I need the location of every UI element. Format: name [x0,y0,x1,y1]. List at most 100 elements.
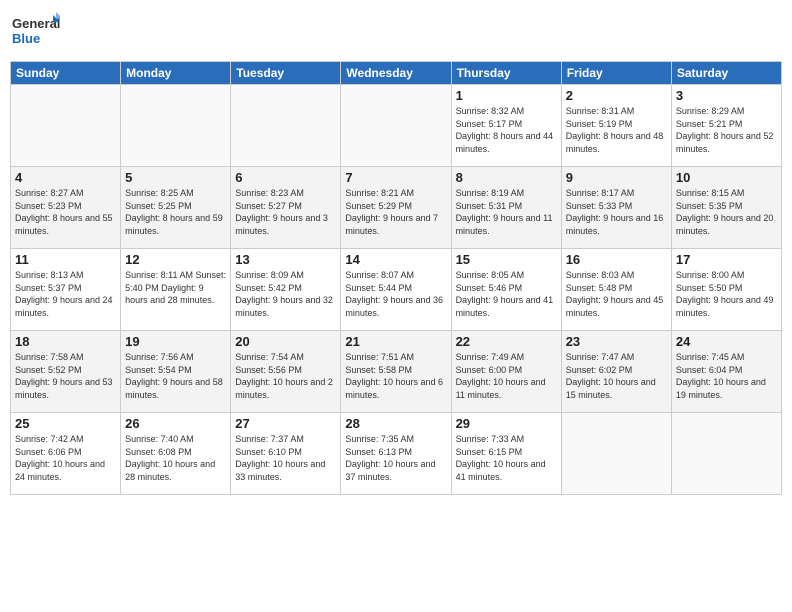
day-number: 18 [15,334,116,349]
day-info: Sunrise: 8:09 AM Sunset: 5:42 PM Dayligh… [235,269,336,319]
calendar-cell: 22Sunrise: 7:49 AM Sunset: 6:00 PM Dayli… [451,331,561,413]
day-number: 12 [125,252,226,267]
day-info: Sunrise: 8:27 AM Sunset: 5:23 PM Dayligh… [15,187,116,237]
day-number: 26 [125,416,226,431]
col-header-saturday: Saturday [671,62,781,85]
calendar-cell: 7 Sunrise: 8:21 AM Sunset: 5:29 PM Daylig… [341,167,451,249]
calendar-cell: 3 Sunrise: 8:29 AM Sunset: 5:21 PM Daylig… [671,85,781,167]
day-info: Sunrise: 7:56 AM Sunset: 5:54 PM Dayligh… [125,351,226,401]
day-number: 3 [676,88,777,103]
day-info: Sunrise: 7:49 AM Sunset: 6:00 PM Dayligh… [456,351,557,401]
day-info: Sunrise: 7:47 AM Sunset: 6:02 PM Dayligh… [566,351,667,401]
calendar-cell [231,85,341,167]
calendar-cell: 13 Sunrise: 8:09 AM Sunset: 5:42 PM Dayli… [231,249,341,331]
calendar-cell: 29Sunrise: 7:33 AM Sunset: 6:15 PM Dayli… [451,413,561,495]
day-info: Sunrise: 8:15 AM Sunset: 5:35 PM Dayligh… [676,187,777,237]
day-info: Sunrise: 8:32 AM Sunset: 5:17 PM Dayligh… [456,105,557,155]
day-number: 27 [235,416,336,431]
col-header-monday: Monday [121,62,231,85]
day-number: 15 [456,252,557,267]
day-info: Sunrise: 7:54 AM Sunset: 5:56 PM Dayligh… [235,351,336,401]
svg-text:Blue: Blue [12,31,40,46]
day-number: 21 [345,334,446,349]
day-number: 6 [235,170,336,185]
day-info: Sunrise: 7:35 AM Sunset: 6:13 PM Dayligh… [345,433,446,483]
day-number: 16 [566,252,667,267]
calendar-cell: 17 Sunrise: 8:00 AM Sunset: 5:50 PM Dayli… [671,249,781,331]
day-number: 9 [566,170,667,185]
svg-text:General: General [12,16,60,31]
day-number: 24 [676,334,777,349]
calendar-week-1: 1 Sunrise: 8:32 AM Sunset: 5:17 PM Daylig… [11,85,782,167]
day-number: 13 [235,252,336,267]
day-number: 14 [345,252,446,267]
calendar-cell: 9 Sunrise: 8:17 AM Sunset: 5:33 PM Daylig… [561,167,671,249]
calendar-cell: 18 Sunrise: 7:58 AM Sunset: 5:52 PM Dayli… [11,331,121,413]
calendar-week-2: 4 Sunrise: 8:27 AM Sunset: 5:23 PM Daylig… [11,167,782,249]
calendar-cell: 24 Sunrise: 7:45 AM Sunset: 6:04 PM Dayli… [671,331,781,413]
header: General Blue [10,10,782,55]
day-number: 4 [15,170,116,185]
col-header-tuesday: Tuesday [231,62,341,85]
day-info: Sunrise: 8:07 AM Sunset: 5:44 PM Dayligh… [345,269,446,319]
calendar-cell: 10 Sunrise: 8:15 AM Sunset: 5:35 PM Dayli… [671,167,781,249]
calendar-cell: 14 Sunrise: 8:07 AM Sunset: 5:44 PM Dayli… [341,249,451,331]
day-info: Sunrise: 8:31 AM Sunset: 5:19 PM Dayligh… [566,105,667,155]
day-info: Sunrise: 8:19 AM Sunset: 5:31 PM Dayligh… [456,187,557,237]
col-header-wednesday: Wednesday [341,62,451,85]
day-info: Sunrise: 8:29 AM Sunset: 5:21 PM Dayligh… [676,105,777,155]
calendar-cell: 8Sunrise: 8:19 AM Sunset: 5:31 PM Daylig… [451,167,561,249]
day-number: 7 [345,170,446,185]
calendar-cell: 2 Sunrise: 8:31 AM Sunset: 5:19 PM Daylig… [561,85,671,167]
day-info: Sunrise: 8:21 AM Sunset: 5:29 PM Dayligh… [345,187,446,237]
calendar-cell: 4 Sunrise: 8:27 AM Sunset: 5:23 PM Daylig… [11,167,121,249]
day-info: Sunrise: 7:37 AM Sunset: 6:10 PM Dayligh… [235,433,336,483]
calendar-cell: 26 Sunrise: 7:40 AM Sunset: 6:08 PM Dayli… [121,413,231,495]
day-info: Sunrise: 7:45 AM Sunset: 6:04 PM Dayligh… [676,351,777,401]
day-number: 28 [345,416,446,431]
day-info: Sunrise: 7:40 AM Sunset: 6:08 PM Dayligh… [125,433,226,483]
day-number: 25 [15,416,116,431]
calendar-cell: 5 Sunrise: 8:25 AM Sunset: 5:25 PM Daylig… [121,167,231,249]
day-number: 1 [456,88,557,103]
calendar-cell: 25 Sunrise: 7:42 AM Sunset: 6:06 PM Dayli… [11,413,121,495]
logo: General Blue [10,10,60,55]
day-info: Sunrise: 8:03 AM Sunset: 5:48 PM Dayligh… [566,269,667,319]
calendar-cell [561,413,671,495]
calendar-cell: 16 Sunrise: 8:03 AM Sunset: 5:48 PM Dayli… [561,249,671,331]
calendar-week-4: 18 Sunrise: 7:58 AM Sunset: 5:52 PM Dayli… [11,331,782,413]
calendar-cell: 28 Sunrise: 7:35 AM Sunset: 6:13 PM Dayli… [341,413,451,495]
col-header-sunday: Sunday [11,62,121,85]
day-info: Sunrise: 8:11 AM Sunset: 5:40 PM Dayligh… [125,269,226,307]
logo-svg: General Blue [10,10,60,55]
day-number: 23 [566,334,667,349]
day-number: 2 [566,88,667,103]
col-header-thursday: Thursday [451,62,561,85]
day-number: 17 [676,252,777,267]
calendar-cell [341,85,451,167]
day-info: Sunrise: 8:00 AM Sunset: 5:50 PM Dayligh… [676,269,777,319]
calendar-cell: 6Sunrise: 8:23 AM Sunset: 5:27 PM Daylig… [231,167,341,249]
calendar-cell: 19 Sunrise: 7:56 AM Sunset: 5:54 PM Dayli… [121,331,231,413]
calendar-cell [121,85,231,167]
day-number: 19 [125,334,226,349]
calendar-cell: 11 Sunrise: 8:13 AM Sunset: 5:37 PM Dayli… [11,249,121,331]
day-info: Sunrise: 7:58 AM Sunset: 5:52 PM Dayligh… [15,351,116,401]
day-info: Sunrise: 8:17 AM Sunset: 5:33 PM Dayligh… [566,187,667,237]
col-header-friday: Friday [561,62,671,85]
day-info: Sunrise: 7:42 AM Sunset: 6:06 PM Dayligh… [15,433,116,483]
day-info: Sunrise: 8:13 AM Sunset: 5:37 PM Dayligh… [15,269,116,319]
calendar-cell: 1 Sunrise: 8:32 AM Sunset: 5:17 PM Daylig… [451,85,561,167]
calendar-cell: 20Sunrise: 7:54 AM Sunset: 5:56 PM Dayli… [231,331,341,413]
day-number: 11 [15,252,116,267]
calendar-cell [11,85,121,167]
calendar-cell: 27 Sunrise: 7:37 AM Sunset: 6:10 PM Dayli… [231,413,341,495]
day-info: Sunrise: 8:25 AM Sunset: 5:25 PM Dayligh… [125,187,226,237]
calendar-header-row: SundayMondayTuesdayWednesdayThursdayFrid… [11,62,782,85]
day-info: Sunrise: 8:05 AM Sunset: 5:46 PM Dayligh… [456,269,557,319]
calendar-cell: 12 Sunrise: 8:11 AM Sunset: 5:40 PM Dayli… [121,249,231,331]
day-number: 10 [676,170,777,185]
calendar-cell: 15 Sunrise: 8:05 AM Sunset: 5:46 PM Dayli… [451,249,561,331]
calendar-cell: 23 Sunrise: 7:47 AM Sunset: 6:02 PM Dayli… [561,331,671,413]
day-number: 5 [125,170,226,185]
